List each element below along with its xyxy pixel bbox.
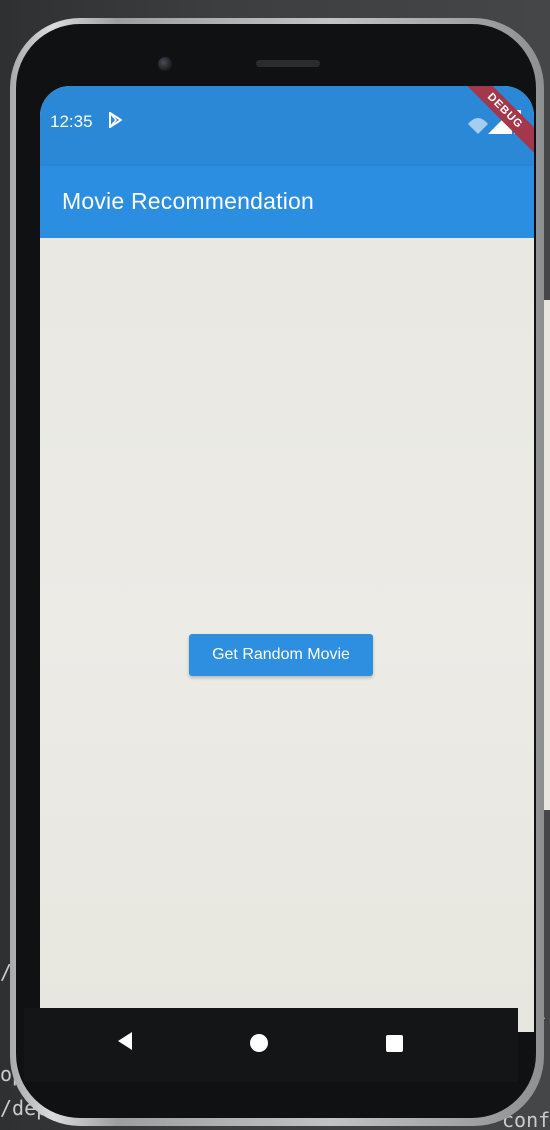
phone-frame: 12:35 DEBUG Movie Recommendation Get Ran… xyxy=(10,18,544,1126)
status-bar: 12:35 DEBUG xyxy=(40,86,534,166)
front-camera xyxy=(158,57,172,71)
recents-icon[interactable] xyxy=(386,1035,403,1052)
main-content: Get Random Movie xyxy=(40,238,534,1032)
play-store-icon xyxy=(109,112,122,128)
phone-bezel: 12:35 DEBUG Movie Recommendation Get Ran… xyxy=(16,24,536,1118)
earpiece-speaker xyxy=(256,60,320,67)
page-title: Movie Recommendation xyxy=(62,188,315,214)
get-random-movie-button[interactable]: Get Random Movie xyxy=(189,634,373,676)
app-screen: 12:35 DEBUG Movie Recommendation Get Ran… xyxy=(40,86,534,1032)
navigation-bar xyxy=(24,1008,518,1082)
app-bar: Movie Recommendation xyxy=(40,166,534,238)
status-time: 12:35 xyxy=(50,112,93,131)
home-icon[interactable] xyxy=(250,1034,268,1052)
back-icon[interactable] xyxy=(114,1030,136,1052)
monitor-photo-scene: / op /dep Li conf 12:35 xyxy=(0,0,550,1130)
